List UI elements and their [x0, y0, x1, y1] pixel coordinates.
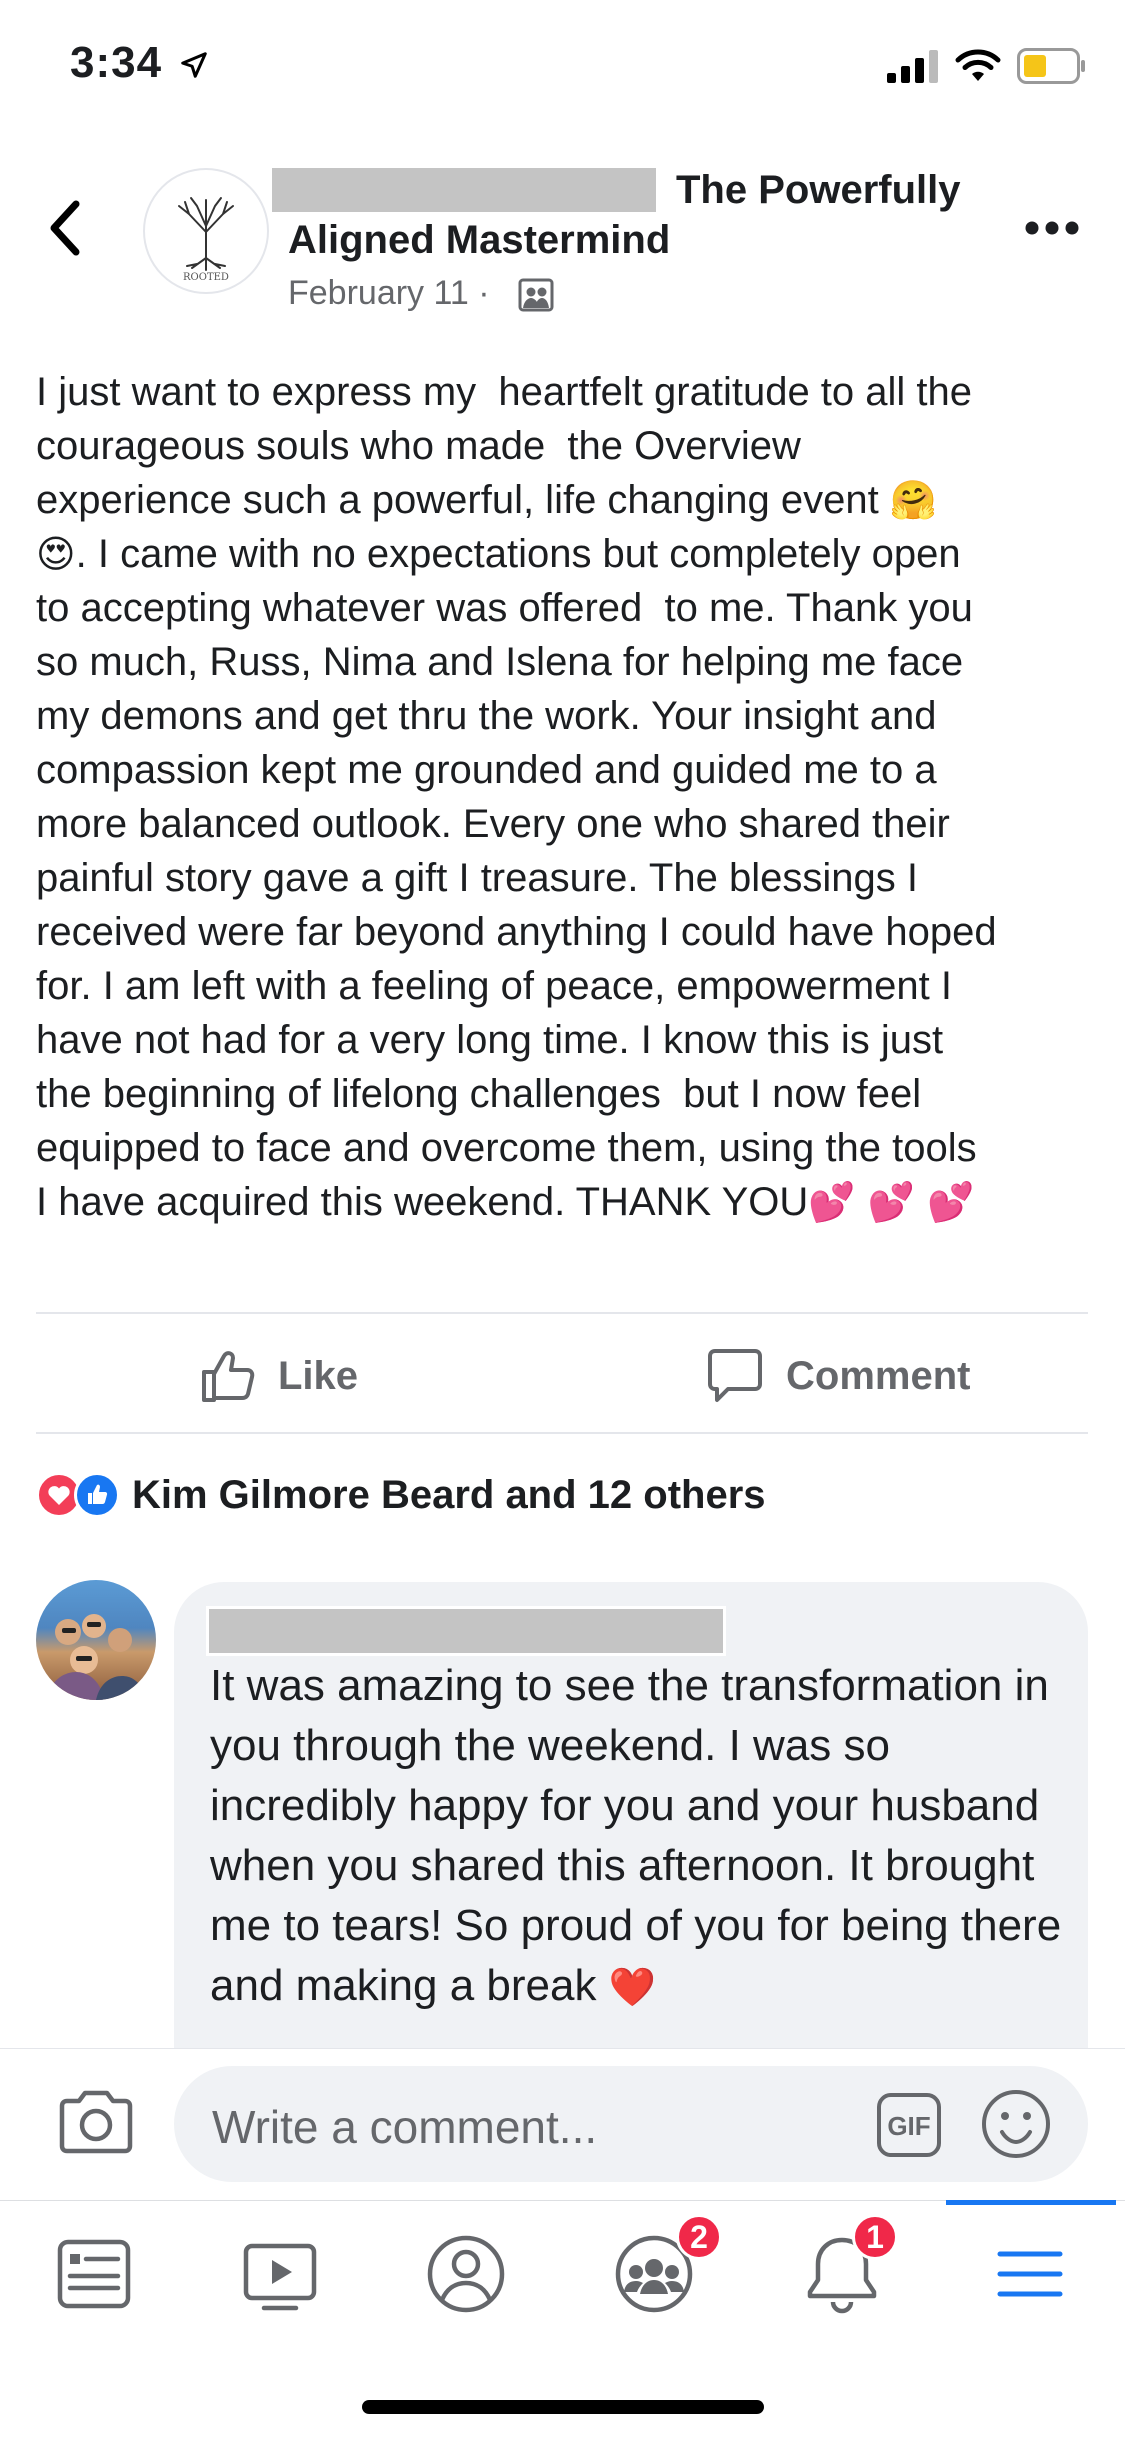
news-feed-icon — [57, 2239, 131, 2309]
battery-icon — [1017, 48, 1085, 84]
redacted-commenter-name — [206, 1606, 726, 1656]
wifi-icon — [955, 49, 1001, 81]
comment-input-placeholder: Write a comment... — [212, 2101, 598, 2153]
home-indicator — [362, 2400, 764, 2414]
comment-bubble-icon — [708, 1349, 762, 1402]
hugging-emoji: 🤗 — [889, 478, 938, 522]
tab-profile[interactable] — [420, 2228, 512, 2320]
video-play-icon — [243, 2243, 317, 2311]
svg-text:ROOTED: ROOTED — [183, 272, 229, 283]
smiley-icon — [982, 2090, 1050, 2158]
tree-logo-icon: ROOTED — [178, 197, 234, 283]
two-hearts-emoji: 💕 💕 💕 — [808, 1180, 975, 1224]
red-heart-emoji: ❤️ — [608, 1965, 657, 2009]
cellular-signal-icon — [887, 50, 938, 83]
divider — [36, 1312, 1088, 1314]
active-tab-indicator — [946, 2200, 1116, 2205]
status-icons — [887, 46, 1087, 86]
group-avatar[interactable]: ROOTED — [143, 168, 269, 294]
camera-icon — [59, 2090, 133, 2154]
comment-button[interactable]: Comment — [706, 1348, 970, 1404]
gif-button[interactable]: GIF — [876, 2092, 942, 2158]
tab-watch[interactable] — [234, 2228, 326, 2320]
more-dots-icon — [1025, 221, 1079, 235]
status-time: 3:34 — [70, 38, 209, 88]
comment-text: It was amazing to see the transformation… — [210, 1661, 1062, 2010]
thumbs-up-icon — [202, 1351, 255, 1402]
profile-icon — [427, 2235, 505, 2313]
tab-menu[interactable] — [984, 2228, 1076, 2320]
group-name-line2[interactable]: Aligned Mastermind — [288, 218, 670, 263]
like-button[interactable]: Like — [200, 1348, 358, 1404]
location-arrow-icon — [181, 52, 208, 79]
groups-badge: 2 — [676, 2214, 722, 2260]
post-date[interactable]: February 11 · — [288, 274, 490, 313]
emoji-button[interactable] — [980, 2088, 1052, 2160]
commenter-avatar[interactable] — [36, 1580, 156, 1700]
group-audience-icon — [518, 278, 554, 312]
tab-news-feed[interactable] — [48, 2228, 140, 2320]
more-options-button[interactable] — [1024, 208, 1080, 248]
like-reaction-icon — [74, 1472, 120, 1518]
chevron-left-icon — [50, 200, 80, 256]
notifications-badge: 1 — [852, 2214, 898, 2260]
back-button[interactable] — [40, 196, 100, 266]
svg-text:GIF: GIF — [887, 2111, 930, 2141]
post-text: I just want to express my heartfelt grat… — [36, 370, 997, 1224]
hamburger-menu-icon — [997, 2251, 1063, 2297]
reactions-summary[interactable]: Kim Gilmore Beard and 12 others — [36, 1472, 766, 1518]
camera-button[interactable] — [56, 2088, 136, 2158]
heart-eyes-emoji: 😍 — [36, 532, 76, 576]
gif-icon: GIF — [877, 2093, 941, 2157]
group-photo-icon — [46, 1614, 146, 1700]
redacted-name — [272, 168, 656, 212]
group-name-line1[interactable]: The Powerfully — [676, 168, 961, 213]
divider — [36, 1432, 1088, 1434]
